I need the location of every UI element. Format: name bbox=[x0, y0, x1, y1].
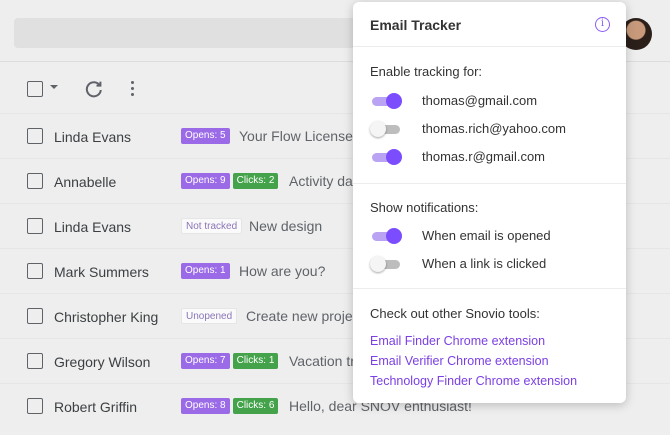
panel-title: Email Tracker bbox=[370, 17, 462, 33]
tracking-badges: Opens: 8 Clicks: 6 bbox=[181, 398, 279, 414]
tracking-badges: Opens: 9 Clicks: 2 bbox=[181, 173, 279, 189]
clicks-badge: Clicks: 6 bbox=[232, 398, 279, 414]
row-checkbox[interactable] bbox=[27, 218, 43, 234]
sender-name: Christopher King bbox=[54, 309, 159, 325]
notification-toggle[interactable] bbox=[370, 228, 402, 244]
sender-name: Mark Summers bbox=[54, 264, 149, 280]
email-subject: How are you? bbox=[239, 263, 326, 279]
tracking-badges: Opens: 7 Clicks: 1 bbox=[181, 353, 279, 369]
tools-heading: Check out other Snovio tools: bbox=[370, 306, 540, 321]
tracking-heading: Enable tracking for: bbox=[370, 64, 483, 79]
tracking-badges: Not tracked bbox=[181, 218, 243, 234]
notifications-heading: Show notifications: bbox=[370, 200, 479, 215]
tracking-toggle[interactable] bbox=[370, 149, 402, 165]
tracking-toggle[interactable] bbox=[370, 93, 402, 109]
row-checkbox[interactable] bbox=[27, 263, 43, 279]
plain-badge: Not tracked bbox=[181, 218, 243, 234]
tracking-badges: Unopened bbox=[181, 308, 238, 324]
tracking-badges: Opens: 1 bbox=[181, 263, 230, 279]
clicks-badge: Clicks: 2 bbox=[232, 173, 279, 189]
sender-name: Robert Griffin bbox=[54, 399, 137, 415]
sender-name: Annabelle bbox=[54, 174, 117, 190]
opens-badge: Opens: 8 bbox=[181, 398, 230, 414]
notification-label: When email is opened bbox=[422, 228, 551, 243]
email-verifier-link[interactable]: Email Verifier Chrome extension bbox=[370, 354, 549, 368]
row-checkbox[interactable] bbox=[27, 173, 43, 189]
sender-name: Linda Evans bbox=[54, 219, 132, 235]
email-subject: Create new projec bbox=[246, 308, 360, 324]
plain-badge: Unopened bbox=[181, 308, 238, 324]
email-subject: New design bbox=[249, 218, 323, 234]
row-checkbox[interactable] bbox=[27, 308, 43, 324]
row-checkbox[interactable] bbox=[27, 353, 43, 369]
tracking-section: Enable tracking for: thomas@gmail.com th… bbox=[353, 47, 626, 184]
account-email: thomas.r@gmail.com bbox=[422, 149, 546, 164]
email-subject: Your Flow License bbox=[239, 128, 353, 144]
chevron-down-icon[interactable] bbox=[50, 85, 58, 89]
email-subject: Vacation tr bbox=[289, 353, 355, 369]
clicks-badge: Clicks: 1 bbox=[232, 353, 279, 369]
select-all-checkbox[interactable] bbox=[27, 81, 43, 97]
tools-section: Check out other Snovio tools: Email Find… bbox=[353, 289, 626, 402]
technology-finder-link[interactable]: Technology Finder Chrome extension bbox=[370, 374, 577, 388]
notifications-section: Show notifications: When email is opened… bbox=[353, 184, 626, 289]
opens-badge: Opens: 5 bbox=[181, 128, 230, 144]
email-subject: Activity das bbox=[289, 173, 360, 189]
more-vert-icon[interactable] bbox=[126, 79, 138, 99]
account-email: thomas.rich@yahoo.com bbox=[422, 121, 566, 136]
email-finder-link[interactable]: Email Finder Chrome extension bbox=[370, 334, 545, 348]
row-checkbox[interactable] bbox=[27, 398, 43, 414]
sender-name: Gregory Wilson bbox=[54, 354, 151, 370]
opens-badge: Opens: 9 bbox=[181, 173, 230, 189]
panel-header: Email Tracker i bbox=[353, 2, 626, 47]
opens-badge: Opens: 1 bbox=[181, 263, 230, 279]
notification-toggle[interactable] bbox=[370, 256, 402, 272]
row-checkbox[interactable] bbox=[27, 128, 43, 144]
email-tracker-panel: Email Tracker i Enable tracking for: tho… bbox=[353, 2, 626, 403]
refresh-icon[interactable] bbox=[84, 79, 104, 99]
opens-badge: Opens: 7 bbox=[181, 353, 230, 369]
account-email: thomas@gmail.com bbox=[422, 93, 538, 108]
info-icon[interactable]: i bbox=[595, 17, 610, 32]
notification-label: When a link is clicked bbox=[422, 256, 547, 271]
tracking-toggle[interactable] bbox=[370, 121, 402, 137]
tracking-badges: Opens: 5 bbox=[181, 128, 230, 144]
sender-name: Linda Evans bbox=[54, 129, 132, 145]
